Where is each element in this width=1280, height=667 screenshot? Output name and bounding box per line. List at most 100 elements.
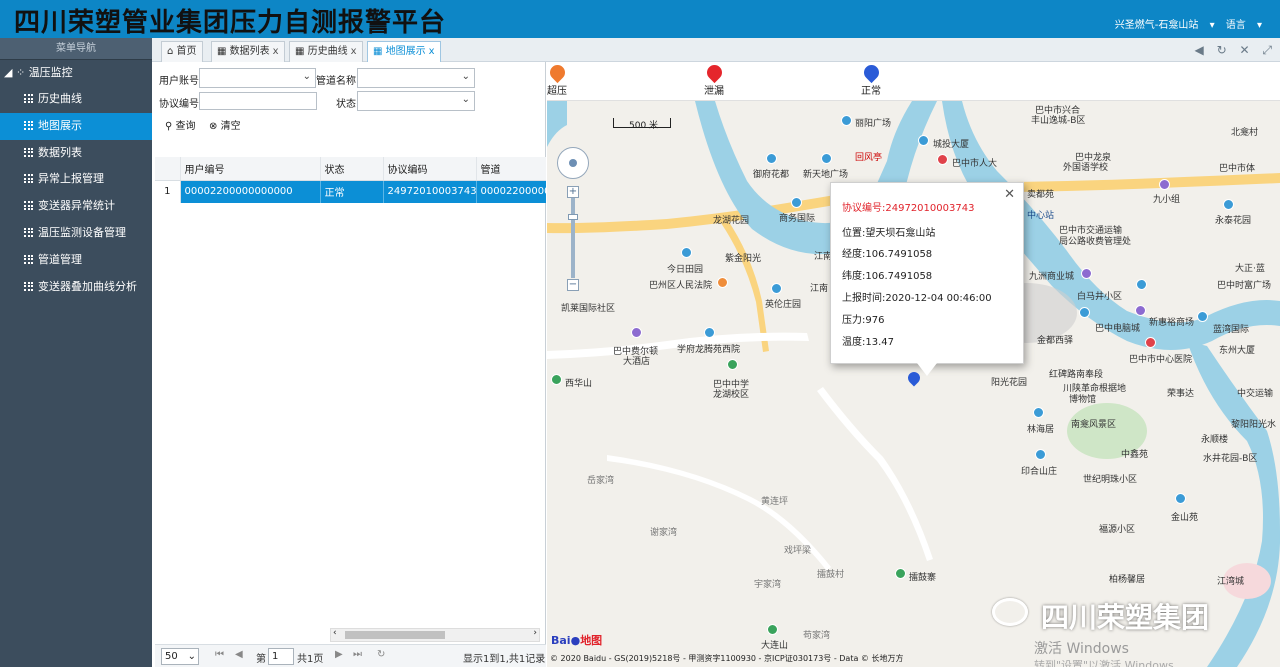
map-place-label[interactable]: 擂鼓寨 [909,570,936,583]
sidebar-item-pipeline-management[interactable]: 管道管理 [0,247,152,274]
refresh-icon[interactable]: ↻ [377,649,385,660]
map-place-label[interactable]: 阳光花园 [991,375,1027,388]
page-number-input[interactable]: 1 [268,648,294,665]
page-size-select[interactable]: 50 ⌄ [161,648,199,665]
close-icon[interactable]: x [273,46,279,57]
cell-protocol-code[interactable]: 24972010003743 [383,180,477,203]
map-place-label[interactable]: 南龛风景区 [1071,417,1116,430]
scroll-right-icon[interactable]: › [533,628,537,638]
map-poi-icon[interactable] [937,154,948,165]
first-page-icon[interactable]: ⏮ [215,649,224,660]
map-place-label[interactable]: 印合山庄 [1021,464,1057,477]
map-poi-icon[interactable] [821,153,832,164]
map-poi-icon[interactable] [1145,337,1156,348]
prev-page-icon[interactable]: ◀ [235,649,243,660]
map-place-label[interactable]: 大酒店 [623,354,650,367]
tab-history-curve[interactable]: ▦ 历史曲线 x [289,41,363,62]
map-place-label[interactable]: 白马井小区 [1077,289,1122,302]
map-place-label[interactable]: 城投大厦 [933,137,969,150]
col-user-code[interactable]: 用户编号 [180,157,321,181]
map-poi-icon[interactable] [771,283,782,294]
map-place-label[interactable]: 蓝湾国际 [1213,322,1249,335]
map-poi-icon[interactable] [681,247,692,258]
map-place-label[interactable]: 宇家湾 [754,577,781,590]
map-place-label[interactable]: 永顺楼 [1201,432,1228,445]
map-place-label[interactable]: 戏坪梁 [784,543,811,556]
clear-button[interactable]: ⊗ 清空 [209,117,241,132]
tab-data-list[interactable]: ▦ 数据列表 x [211,41,285,62]
status-select[interactable]: ⌄ [357,91,475,111]
fullscreen-icon[interactable]: ⤢ [1262,43,1272,57]
map-place-label[interactable]: 巴中电脑城 [1095,321,1140,334]
map-place-label[interactable]: 东州大厦 [1219,343,1255,356]
map-place-label[interactable]: 江湾城 [1217,574,1244,587]
map-poi-icon[interactable] [1035,449,1046,460]
map-place-label[interactable]: 黄连坪 [761,494,788,507]
close-icon[interactable]: x [429,46,435,57]
map-place-label[interactable]: 紫金阳光 [725,251,761,264]
close-icon[interactable]: ✕ [1240,43,1250,57]
col-pipeline[interactable]: 管道 [476,157,546,181]
scrollbar-thumb[interactable] [345,631,445,639]
map-place-label[interactable]: 中心站 [1027,208,1054,221]
map-poi-icon[interactable] [1223,199,1234,210]
cell-pipeline[interactable]: 00002200000000 [476,180,546,203]
map-place-label[interactable]: 荣事达 [1167,386,1194,399]
zoom-out-button[interactable]: − [567,279,579,291]
cell-status[interactable]: 正常 [320,180,384,203]
map-place-label[interactable]: 永泰花园 [1215,213,1251,226]
map-poi-icon[interactable] [1197,311,1208,322]
close-icon[interactable]: ✕ [1004,187,1015,202]
chevron-down-icon[interactable]: ▾ [1257,20,1262,31]
map-place-label[interactable]: 卖都苑 [1027,187,1054,200]
map-poi-icon[interactable] [727,359,738,370]
map-place-label[interactable]: 巴州区人民法院 [649,278,712,291]
tab-home[interactable]: ⌂ 首页 [161,41,203,62]
map-place-label[interactable]: 商务国际 [779,211,815,224]
map-place-label[interactable]: 世纪明珠小区 [1083,472,1137,485]
map-place-label[interactable]: 柏杨馨居 [1109,572,1145,585]
back-icon[interactable]: ◀ [1195,43,1204,57]
table-row[interactable]: 1 00002200000000000 正常 24972010003743 00… [155,180,546,203]
map-place-label[interactable]: 黎阳阳光水 [1231,417,1276,430]
map-poi-icon[interactable] [1135,305,1146,316]
pipeline-select[interactable]: ⌄ [357,68,475,88]
map-poi-icon[interactable] [918,135,929,146]
sidebar-item-map[interactable]: 地图展示 [0,112,152,140]
map-poi-icon[interactable] [551,374,562,385]
zoom-slider-track[interactable] [571,198,575,278]
sidebar-item-data-list[interactable]: 数据列表 [0,140,152,167]
info-window[interactable]: ✕ 协议编号:24972010003743 位置:望天坝石龛山站 经度:106.… [830,182,1024,376]
map-place-label[interactable]: 丽阳广场 [855,116,891,129]
map-poi-icon[interactable] [717,277,728,288]
baidu-logo[interactable]: Bai●地图 [551,632,602,648]
map-place-label[interactable]: 擂鼓村 [817,567,844,580]
map-place-label[interactable]: 博物馆 [1069,392,1096,405]
map-poi-icon[interactable] [1175,493,1186,504]
map-place-label[interactable]: 新惠裕商场 [1149,315,1194,328]
sidebar-item-device-management[interactable]: 温压监测设备管理 [0,220,152,247]
map-place-label[interactable]: 中鑫苑 [1121,447,1148,460]
map-place-label[interactable]: 凯莱国际社区 [561,301,615,314]
map-place-label[interactable]: 西华山 [565,376,592,389]
map-poi-icon[interactable] [1159,179,1170,190]
map-place-label[interactable]: 福源小区 [1099,522,1135,535]
map-place-label[interactable]: 苟家湾 [803,628,830,641]
map-place-label[interactable]: 巴中时富广场 [1217,278,1271,291]
map-place-label[interactable]: 大正·蓝 [1235,261,1265,274]
map-place-label[interactable]: 英伦庄园 [765,297,801,310]
map-poi-icon[interactable] [767,624,778,635]
map-place-label[interactable]: 谢家湾 [650,525,677,538]
map-poi-icon[interactable] [1136,279,1147,290]
query-button[interactable]: ⚲ 查询 [165,117,196,132]
map-poi-icon[interactable] [895,568,906,579]
horizontal-scrollbar[interactable]: ‹ › [330,628,540,642]
sidebar-item-history-curve[interactable]: 历史曲线 [0,86,152,113]
map-place-label[interactable]: 巴中市人大 [952,156,997,169]
next-page-icon[interactable]: ▶ [335,649,343,660]
sidebar-item-exception-report[interactable]: 异常上报管理 [0,166,152,193]
zoom-slider-handle[interactable] [568,214,578,220]
map-place-label[interactable]: 金山苑 [1171,510,1198,523]
map-poi-icon[interactable] [766,153,777,164]
map-poi-icon[interactable] [704,327,715,338]
